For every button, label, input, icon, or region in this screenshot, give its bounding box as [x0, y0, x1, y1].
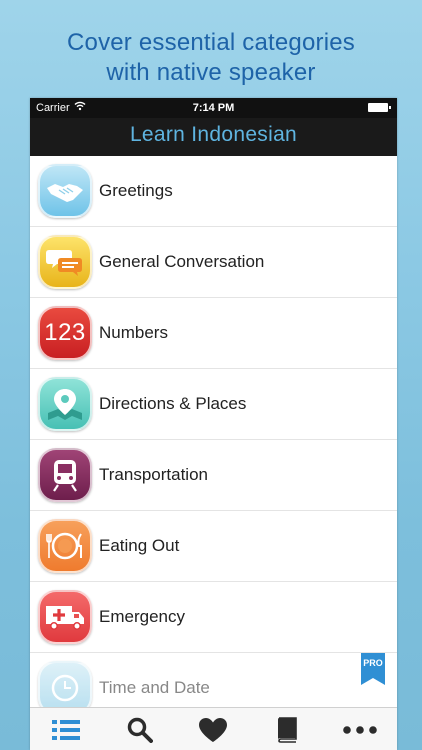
- pro-badge-label: PRO: [363, 658, 383, 668]
- battery-icon: [368, 103, 391, 112]
- pro-badge: PRO: [361, 653, 385, 685]
- category-label: General Conversation: [99, 252, 265, 271]
- tab-phrasebook[interactable]: [257, 708, 317, 750]
- category-row-transportation[interactable]: Transportation: [30, 440, 397, 511]
- book-icon: [278, 716, 297, 743]
- headline-line-1: Cover essential categories: [66, 29, 355, 56]
- category-list: Greetings General Conversation 123 Numbe…: [30, 156, 397, 724]
- tab-bar: [30, 707, 397, 750]
- category-label: Eating Out: [99, 536, 180, 555]
- tab-categories[interactable]: [36, 708, 96, 750]
- tab-more[interactable]: [330, 708, 390, 750]
- numbers-icon: 123: [38, 306, 92, 360]
- category-label: Greetings: [99, 181, 173, 200]
- nav-bar: Learn Indonesian: [30, 118, 397, 156]
- category-row-general-conversation[interactable]: General Conversation: [30, 227, 397, 298]
- category-label: Numbers: [99, 323, 168, 342]
- headline-line-2: with native speaker: [106, 59, 316, 86]
- ambulance-icon: [38, 590, 92, 644]
- category-row-emergency[interactable]: Emergency: [30, 582, 397, 653]
- more-icon: [343, 725, 377, 734]
- map-pin-icon: [38, 377, 92, 431]
- speech-bubbles-icon: [38, 235, 92, 289]
- tab-search[interactable]: [110, 708, 170, 750]
- category-label: Directions & Places: [99, 394, 247, 413]
- phone-screen: Carrier 7:14 PM Learn Indonesian Greetin…: [30, 98, 397, 750]
- tab-favorites[interactable]: [183, 708, 243, 750]
- category-row-directions-places[interactable]: Directions & Places: [30, 369, 397, 440]
- list-icon: [52, 719, 80, 740]
- promo-headline: Cover essential categories with native s…: [0, 28, 422, 88]
- category-row-numbers[interactable]: 123 Numbers: [30, 298, 397, 369]
- status-bar: Carrier 7:14 PM: [30, 98, 397, 118]
- numbers-icon-text: 123: [44, 319, 86, 346]
- handshake-icon: [38, 164, 92, 218]
- train-icon: [38, 448, 92, 502]
- search-icon: [127, 717, 153, 743]
- status-time: 7:14 PM: [192, 102, 235, 114]
- plate-cutlery-icon: [38, 519, 92, 573]
- category-label: Emergency: [99, 607, 185, 626]
- category-label: Transportation: [99, 465, 208, 484]
- category-row-eating-out[interactable]: Eating Out: [30, 511, 397, 582]
- category-row-greetings[interactable]: Greetings: [30, 156, 397, 227]
- nav-title: Learn Indonesian: [129, 123, 298, 146]
- heart-icon: [199, 717, 227, 742]
